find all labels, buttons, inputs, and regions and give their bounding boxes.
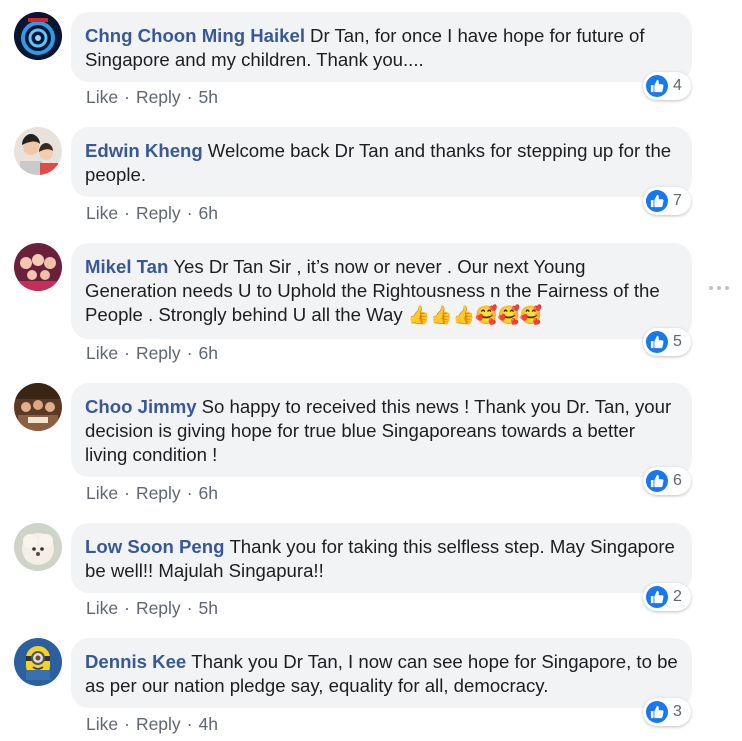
- timestamp[interactable]: 4h: [199, 714, 218, 734]
- comment-author[interactable]: Dennis Kee: [85, 651, 186, 672]
- separator: ·: [124, 598, 130, 618]
- reaction-count: 2: [673, 588, 682, 605]
- avatar-image: [14, 12, 62, 60]
- comment-bubble: Edwin Kheng Welcome back Dr Tan and thank…: [71, 127, 692, 197]
- reply-link[interactable]: Reply: [136, 483, 181, 503]
- avatar[interactable]: [14, 127, 62, 175]
- like-thumb-icon: [646, 470, 668, 492]
- separator: ·: [186, 598, 193, 618]
- timestamp[interactable]: 6h: [199, 483, 218, 503]
- reaction-count-badge[interactable]: 4: [643, 72, 691, 100]
- avatar-image: [14, 243, 62, 291]
- avatar[interactable]: [14, 523, 62, 571]
- comment-actions: Like · Reply · 6h: [86, 203, 218, 224]
- separator: ·: [186, 343, 193, 363]
- separator: ·: [186, 714, 193, 734]
- comment-bubble: Mikel Tan Yes Dr Tan Sir , it’s now or ne…: [71, 243, 692, 339]
- timestamp[interactable]: 6h: [199, 203, 218, 223]
- comment-text: Yes Dr Tan Sir , it’s now or never . Our…: [85, 256, 660, 325]
- like-thumb-icon: [646, 586, 668, 608]
- reply-link[interactable]: Reply: [136, 714, 181, 734]
- like-link[interactable]: Like: [86, 343, 118, 363]
- reaction-count-badge[interactable]: 3: [643, 698, 691, 726]
- reaction-count-badge[interactable]: 7: [643, 187, 691, 215]
- comment-body: Dennis Kee Thank you Dr Tan, I now can se…: [85, 650, 678, 698]
- comment-actions: Like · Reply · 6h: [86, 483, 218, 504]
- comment-body: Choo Jimmy So happy to received this news…: [85, 395, 678, 467]
- avatar-image: [14, 127, 62, 175]
- comment-author[interactable]: Choo Jimmy: [85, 396, 197, 417]
- timestamp[interactable]: 6h: [199, 343, 218, 363]
- like-link[interactable]: Like: [86, 203, 118, 223]
- avatar-image: [14, 523, 62, 571]
- comment-author[interactable]: Chng Choon Ming Haikel: [85, 25, 305, 46]
- reaction-count: 4: [673, 77, 682, 94]
- reaction-count: 6: [673, 472, 682, 489]
- like-thumb-icon: [646, 331, 668, 353]
- comment-author[interactable]: Low Soon Peng: [85, 536, 224, 557]
- like-thumb-icon: [646, 190, 668, 212]
- reply-link[interactable]: Reply: [136, 203, 181, 223]
- separator: ·: [124, 343, 130, 363]
- timestamp[interactable]: 5h: [199, 598, 218, 618]
- reaction-count-badge[interactable]: 2: [643, 583, 691, 611]
- comment-bubble: Low Soon Peng Thank you for taking this s…: [71, 523, 692, 593]
- avatar[interactable]: [14, 638, 62, 686]
- comment-author[interactable]: Edwin Kheng: [85, 140, 203, 161]
- separator: ·: [186, 87, 193, 107]
- avatar[interactable]: [14, 383, 62, 431]
- comment-body: Mikel Tan Yes Dr Tan Sir , it’s now or ne…: [85, 255, 678, 327]
- comment-bubble: Chng Choon Ming Haikel Dr Tan, for once I…: [71, 12, 692, 82]
- separator: ·: [124, 87, 130, 107]
- like-thumb-icon: [646, 75, 668, 97]
- like-link[interactable]: Like: [86, 714, 118, 734]
- comment-author[interactable]: Mikel Tan: [85, 256, 168, 277]
- reaction-count-badge[interactable]: 6: [643, 467, 691, 495]
- comment-bubble: Dennis Kee Thank you Dr Tan, I now can se…: [71, 638, 692, 708]
- comment-actions: Like · Reply · 6h: [86, 343, 218, 364]
- avatar[interactable]: [14, 12, 62, 60]
- comment-bubble: Choo Jimmy So happy to received this news…: [71, 383, 692, 477]
- reply-link[interactable]: Reply: [136, 598, 181, 618]
- avatar-image: [14, 638, 62, 686]
- separator: ·: [124, 483, 130, 503]
- like-link[interactable]: Like: [86, 87, 118, 107]
- comment-actions: Like · Reply · 5h: [86, 87, 218, 108]
- reaction-count: 3: [673, 703, 682, 720]
- more-options-icon[interactable]: [709, 283, 729, 293]
- reaction-count: 5: [673, 333, 682, 350]
- reaction-count-badge[interactable]: 5: [643, 328, 691, 356]
- separator: ·: [124, 714, 130, 734]
- separator: ·: [124, 203, 130, 223]
- avatar[interactable]: [14, 243, 62, 291]
- comment-actions: Like · Reply · 5h: [86, 598, 218, 619]
- separator: ·: [186, 203, 193, 223]
- separator: ·: [186, 483, 193, 503]
- comment-body: Low Soon Peng Thank you for taking this s…: [85, 535, 678, 583]
- avatar-image: [14, 383, 62, 431]
- reply-link[interactable]: Reply: [136, 343, 181, 363]
- emoji-reactions: 👍👍👍🥰🥰🥰: [407, 305, 543, 325]
- like-link[interactable]: Like: [86, 598, 118, 618]
- comment-actions: Like · Reply · 4h: [86, 714, 218, 735]
- comment-body: Edwin Kheng Welcome back Dr Tan and thank…: [85, 139, 678, 187]
- comment-body: Chng Choon Ming Haikel Dr Tan, for once I…: [85, 24, 678, 72]
- reply-link[interactable]: Reply: [136, 87, 181, 107]
- like-thumb-icon: [646, 701, 668, 723]
- timestamp[interactable]: 5h: [199, 87, 218, 107]
- reaction-count: 7: [673, 192, 682, 209]
- like-link[interactable]: Like: [86, 483, 118, 503]
